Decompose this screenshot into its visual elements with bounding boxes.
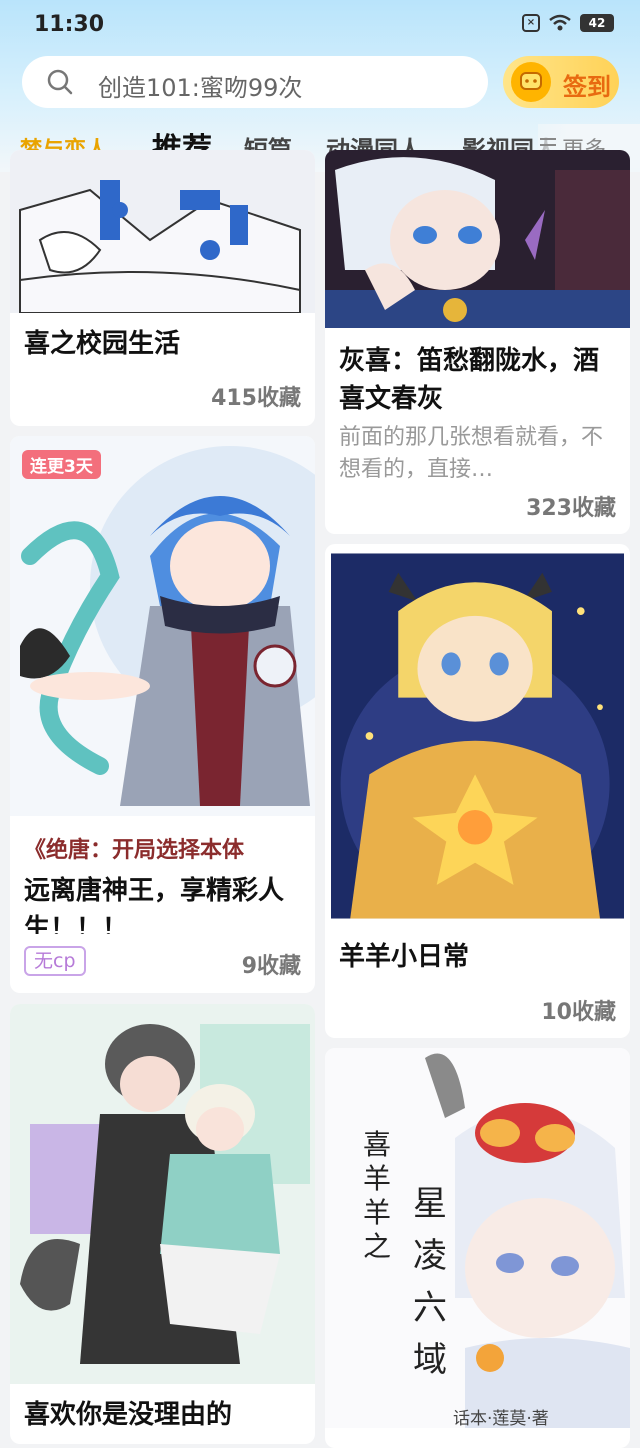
battery-icon: 42 (580, 14, 614, 32)
card-sheep-daily[interactable]: 羊羊小日常 10收藏 (325, 544, 630, 1038)
cover-title-1: 喜羊羊之 (363, 1128, 392, 1263)
genre-tag: 无cp (24, 946, 86, 976)
status-icons: × 42 (522, 14, 614, 32)
card-description: 前面的那几张想看就看，不想看的，直接… (339, 425, 604, 482)
card-campus-life[interactable]: 喜之校园生活 415收藏 (10, 150, 315, 426)
cover-image (10, 1004, 315, 1384)
wifi-icon (549, 14, 571, 31)
notification-icon: × (522, 14, 540, 32)
card-title: 喜之校园生活 (24, 329, 181, 359)
cover-image (325, 150, 630, 328)
cover-image (10, 436, 315, 816)
card-like-you[interactable]: 喜欢你是没理由的 (10, 1004, 315, 1444)
card-title-clip: 灰喜：笛愁翻陇水，酒喜文春灰 (325, 338, 630, 410)
cover-image (10, 150, 315, 313)
signin-label: 签到 (563, 73, 611, 101)
chat-bubble-icon (511, 62, 551, 102)
search-placeholder: 创造101:蜜吻99次 (98, 74, 303, 102)
cover-title-2: 星凌六域 (413, 1184, 447, 1380)
card-desc-clip: 前面的那几张想看就看，不想看的，直接… (325, 422, 630, 484)
status-bar: 11:30 × 42 (0, 10, 640, 42)
card-hui-xi[interactable]: 灰喜：笛愁翻陇水，酒喜文春灰 前面的那几张想看就看，不想看的，直接… 323收藏 (325, 150, 630, 534)
card-xing-ling[interactable]: 喜羊羊之 星凌六域 话本·莲莫·著 (325, 1048, 630, 1448)
collect-count: 323收藏 (526, 496, 616, 521)
card-title-clip: 远离唐神王，享精彩人生！！！ (10, 868, 315, 934)
card-title: 喜欢你是没理由的 (24, 1400, 233, 1430)
card-title: 灰喜：笛愁翻陇水，酒喜文春灰 (339, 346, 600, 410)
update-badge: 连更3天 (22, 450, 101, 479)
cover-image (331, 553, 624, 919)
collect-count: 415收藏 (211, 386, 301, 411)
card-title: 远离唐神王，享精彩人生！！！ (24, 876, 285, 934)
signin-button[interactable]: 签到 (503, 56, 619, 108)
cover-credit: 话本·莲莫·著 (453, 1409, 549, 1429)
header: 11:30 × 42 创造101:蜜吻99次 签到 梦与恋人 推荐 短篇 (0, 0, 640, 172)
search-input[interactable]: 创造101:蜜吻99次 (22, 56, 488, 108)
collect-count: 9收藏 (241, 954, 301, 979)
card-jue-tang[interactable]: 连更3天 《绝唐：开局选择本体 远离唐神王，享精彩人生！！！ 无cp 9收藏 (10, 436, 315, 993)
card-title: 羊羊小日常 (339, 942, 470, 972)
search-icon (47, 69, 73, 95)
card-subtitle: 《绝唐：开局选择本体 (24, 838, 245, 863)
collect-count: 10收藏 (541, 1000, 616, 1025)
status-time: 11:30 (34, 12, 105, 37)
